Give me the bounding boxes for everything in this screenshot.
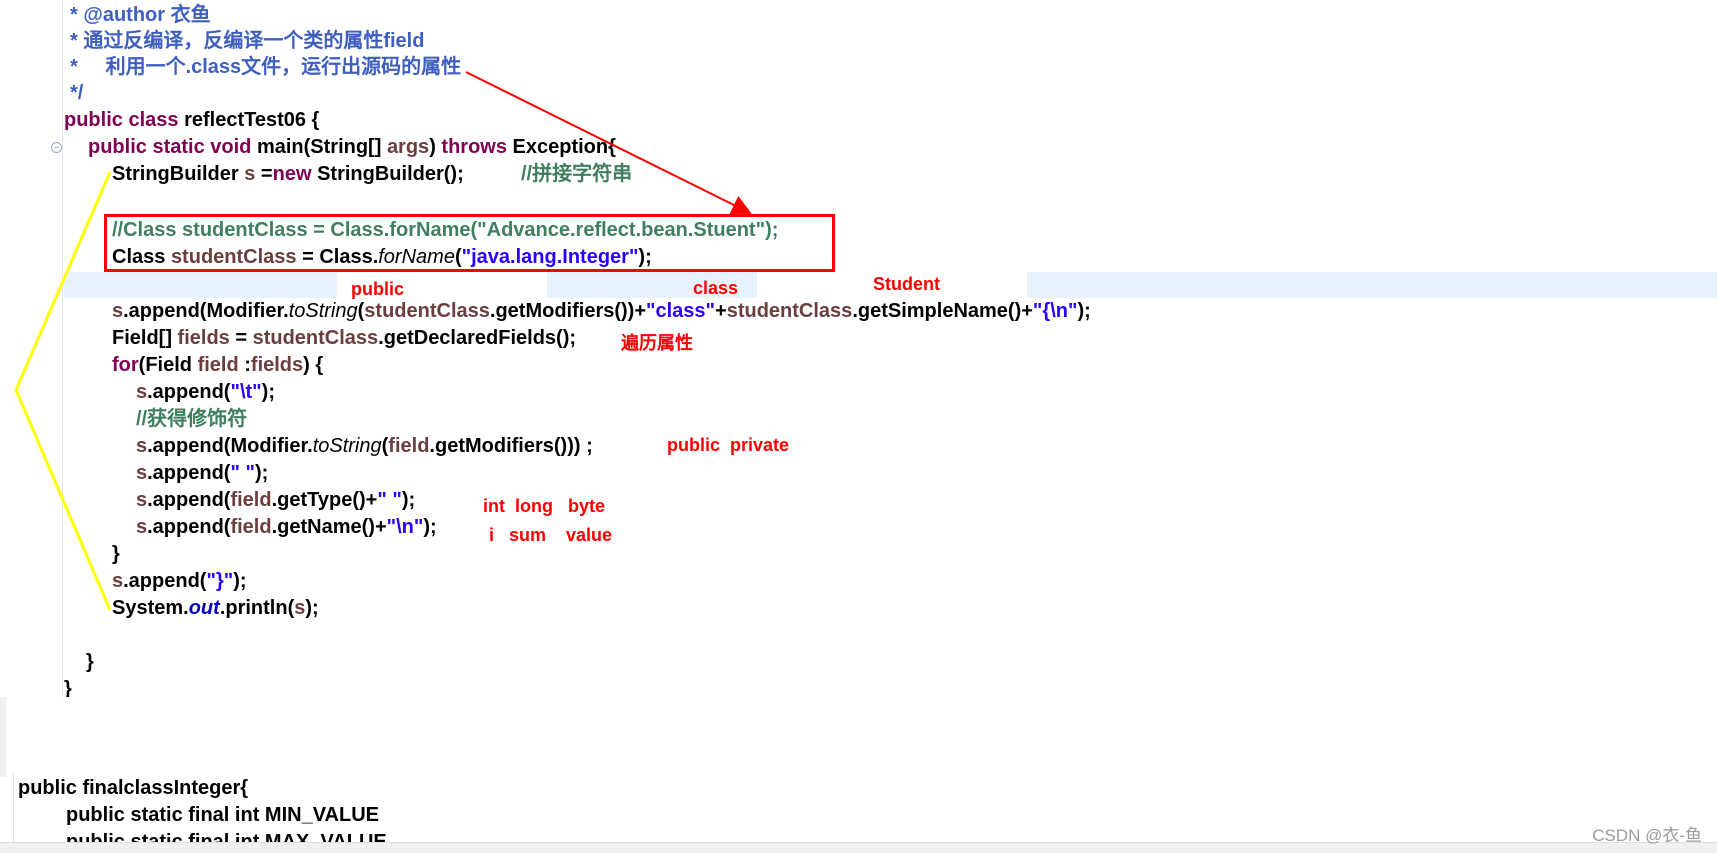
lower-line-3: public static final int MAX_VALUE	[66, 831, 387, 842]
code-line-25: }	[86, 651, 94, 673]
code-line-12: s.append(Modifier.toString(studentClass.…	[112, 300, 1091, 322]
code-line-19: s.append(field.getType()+" ");	[136, 489, 416, 511]
code-line-13: Field[] fields = studentClass.getDeclare…	[112, 327, 577, 349]
highlight-box	[104, 214, 835, 272]
code-line-14: for(Field field :fields) {	[112, 354, 324, 376]
code-line-1: * @author 衣鱼	[70, 4, 211, 26]
code-line-20: s.append(field.getName()+"\n");	[136, 516, 437, 538]
collapse-circle-icon[interactable]: −	[51, 142, 62, 153]
annotation-types: int long byte	[483, 496, 605, 516]
code-line-3: * 利用一个.class文件，运行出源码的属性	[70, 56, 462, 78]
code-line-5: public class reflectTest06 {	[64, 109, 320, 131]
code-line-15: s.append("\t");	[136, 381, 275, 403]
inline-comment: //拼接字符串	[521, 163, 633, 185]
annotation-class: class	[693, 278, 739, 298]
code-line-26: }	[64, 678, 72, 697]
code-line-4: */	[70, 82, 84, 104]
annotation-modifiers: public private	[667, 435, 790, 455]
lower-line-2: public static final int MIN_VALUE	[66, 804, 379, 826]
horizontal-scrollbar[interactable]	[0, 842, 1717, 853]
code-line-22: s.append("}");	[112, 570, 247, 592]
code-line-17: s.append(Modifier.toString(field.getModi…	[136, 435, 593, 457]
lower-gutter-divider	[13, 773, 14, 852]
editor-gutter-divider	[62, 0, 63, 697]
code-line-6: public static void main(String[] args) t…	[88, 136, 616, 158]
code-editor[interactable]: − * @author 衣鱼 * 通过反编译，反编译一个类的属性field * …	[0, 0, 1717, 697]
code-line-7: StringBuilder s =new StringBuilder();	[112, 163, 464, 185]
lower-line-1: public finalclassInteger{	[18, 777, 249, 799]
code-line-2: * 通过反编译，反编译一个类的属性field	[70, 30, 425, 52]
annotation-public: public	[351, 279, 404, 299]
code-line-18: s.append(" ");	[136, 462, 269, 484]
code-line-23: System.out.println(s);	[112, 597, 319, 619]
code-line-21: }	[112, 543, 120, 565]
watermark: CSDN @衣-鱼	[1592, 826, 1702, 845]
annotation-student: Student	[873, 274, 940, 294]
annotation-traverse: 遍历属性	[621, 333, 693, 353]
left-edge-bar	[0, 697, 6, 777]
annotation-names: i sum value	[489, 525, 613, 545]
code-line-16: //获得修饰符	[136, 408, 248, 430]
